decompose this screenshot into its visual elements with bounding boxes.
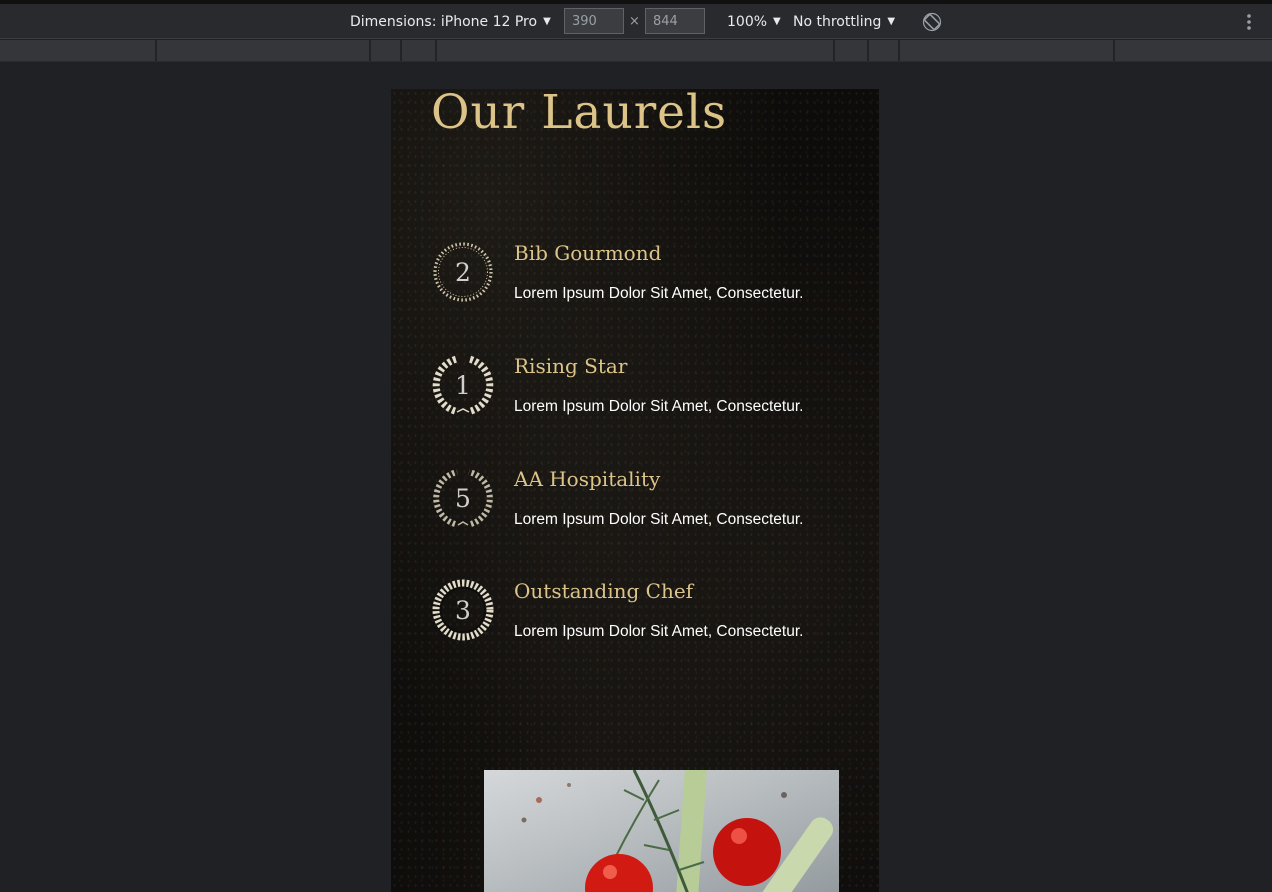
device-dimensions-dropdown[interactable]: Dimensions: iPhone 12 Pro ▼ <box>350 4 551 39</box>
laurel-number: 5 <box>455 483 471 513</box>
throttling-dropdown[interactable]: No throttling ▼ <box>793 4 895 39</box>
laurel-title: Rising Star <box>514 354 628 378</box>
laurel-number: 1 <box>455 370 471 400</box>
media-query-bar[interactable] <box>0 40 1272 62</box>
laurel-description: Lorem Ipsum Dolor Sit Amet, Consectetur. <box>514 511 804 528</box>
laurel-number: 2 <box>455 257 471 287</box>
laurel-item: 5 AA Hospitality Lorem Ipsum Dolor Sit A… <box>431 466 851 546</box>
throttling-label: No throttling <box>793 13 882 30</box>
media-query-divider <box>369 40 371 61</box>
laurel-item: 2 Bib Gourmond Lorem Ipsum Dolor Sit Ame… <box>431 240 851 320</box>
laurel-title: AA Hospitality <box>514 467 661 491</box>
laurel-badge: 3 <box>431 578 495 642</box>
media-query-divider <box>435 40 437 61</box>
rotate-icon[interactable] <box>922 12 942 32</box>
laurel-item: 1 Rising Star Lorem Ipsum Dolor Sit Amet… <box>431 353 851 433</box>
media-query-divider <box>1113 40 1115 61</box>
height-input[interactable]: 844 <box>645 8 705 34</box>
laurel-description: Lorem Ipsum Dolor Sit Amet, Consectetur. <box>514 623 804 640</box>
laurel-title: Outstanding Chef <box>514 579 694 603</box>
width-input[interactable]: 390 <box>564 8 624 34</box>
emulated-viewport: Our Laurels 2 Bib Gourmond Lorem Ipsum D… <box>391 89 879 892</box>
chevron-down-icon: ▼ <box>543 16 551 27</box>
times-separator: × <box>629 14 640 29</box>
media-query-divider <box>155 40 157 61</box>
chevron-down-icon: ▼ <box>773 16 781 27</box>
laurel-item: 3 Outstanding Chef Lorem Ipsum Dolor Sit… <box>431 578 851 658</box>
laurel-badge: 5 <box>431 466 495 530</box>
zoom-label: 100% <box>727 13 768 30</box>
media-query-divider <box>867 40 869 61</box>
laurel-description: Lorem Ipsum Dolor Sit Amet, Consectetur. <box>514 398 804 415</box>
laurel-description: Lorem Ipsum Dolor Sit Amet, Consectetur. <box>514 285 804 302</box>
media-query-divider <box>898 40 900 61</box>
more-options-icon[interactable] <box>1242 12 1256 32</box>
media-query-divider <box>833 40 835 61</box>
laurel-title: Bib Gourmond <box>514 241 662 265</box>
zoom-dropdown[interactable]: 100% ▼ <box>727 4 781 39</box>
chevron-down-icon: ▼ <box>887 16 896 27</box>
food-photo <box>484 770 839 892</box>
media-query-divider <box>400 40 402 61</box>
device-dimensions-label: Dimensions: iPhone 12 Pro <box>350 13 538 30</box>
page-title: Our Laurels <box>431 89 728 140</box>
laurel-number: 3 <box>455 595 471 625</box>
laurel-badge: 1 <box>431 353 495 417</box>
device-toolbar: Dimensions: iPhone 12 Pro ▼ 390 × 844 10… <box>0 4 1272 39</box>
laurel-badge: 2 <box>431 240 495 304</box>
